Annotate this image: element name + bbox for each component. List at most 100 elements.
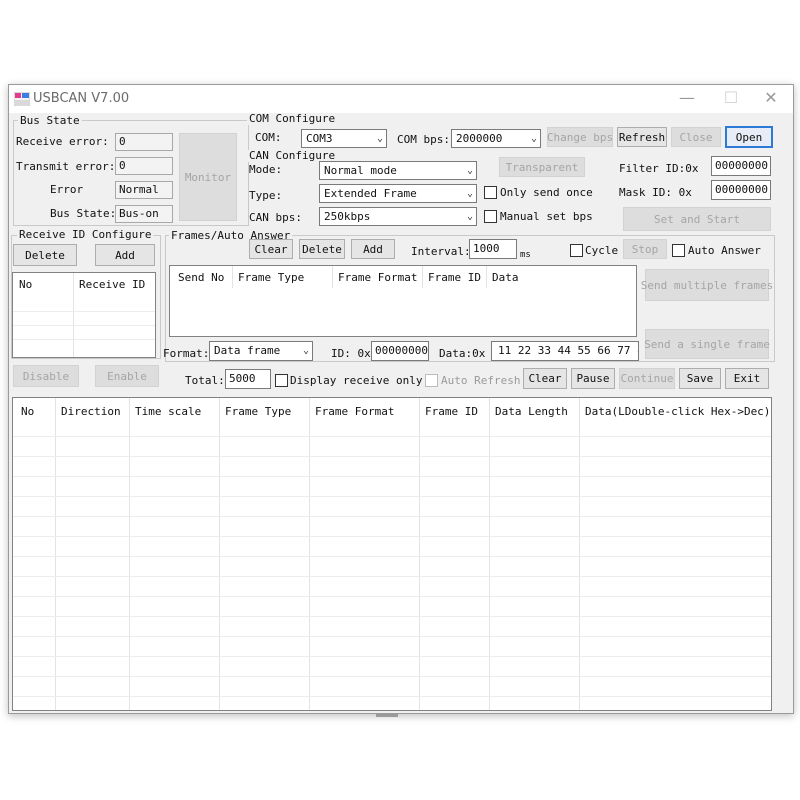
- total-label: Total:: [185, 374, 225, 387]
- type-select[interactable]: Extended Frame ⌄: [319, 184, 477, 203]
- col-receive-id: Receive ID: [79, 278, 146, 291]
- change-bps-button[interactable]: Change bps: [547, 127, 613, 147]
- frames-list[interactable]: Send No Frame Type Frame Format Frame ID…: [169, 265, 637, 337]
- receive-id-delete-button[interactable]: Delete: [13, 244, 77, 266]
- set-and-start-button[interactable]: Set and Start: [623, 207, 771, 231]
- row-divider: [13, 696, 771, 697]
- log-col-data-length: Data Length: [495, 405, 568, 418]
- col-frame-id: Frame ID: [428, 271, 481, 284]
- manual-set-bps-checkbox[interactable]: [484, 210, 497, 223]
- type-value: Extended Frame: [324, 187, 417, 200]
- chevron-down-icon: ⌄: [466, 165, 473, 176]
- error-label: Error: [50, 183, 84, 196]
- refresh-button[interactable]: Refresh: [617, 127, 667, 147]
- receive-error-value: 0: [115, 133, 173, 151]
- row-divider: [13, 616, 771, 617]
- mode-select[interactable]: Normal mode ⌄: [319, 161, 477, 180]
- maximize-icon: ☐: [723, 88, 739, 107]
- row-divider: [13, 436, 771, 437]
- frames-delete-button[interactable]: Delete: [299, 239, 345, 259]
- cycle-label: Cycle: [585, 244, 619, 257]
- col-frame-format: Frame Format: [338, 271, 418, 284]
- filter-id-input[interactable]: 00000000: [711, 156, 771, 176]
- log-col-frame-id: Frame ID: [425, 405, 478, 418]
- minimize-button[interactable]: —: [675, 89, 699, 109]
- display-receive-only-checkbox[interactable]: [275, 374, 288, 387]
- log-col-direction: Direction: [61, 405, 121, 418]
- save-button[interactable]: Save: [679, 368, 721, 389]
- mode-value: Normal mode: [324, 164, 397, 177]
- disable-button[interactable]: Disable: [13, 365, 79, 387]
- type-label: Type:: [249, 189, 283, 202]
- stop-button[interactable]: Stop: [623, 239, 667, 259]
- row-divider: [13, 676, 771, 677]
- only-send-once-checkbox[interactable]: [484, 186, 497, 199]
- row-divider: [13, 656, 771, 657]
- pause-button[interactable]: Pause: [571, 368, 615, 389]
- open-port-button[interactable]: Open: [725, 126, 773, 148]
- close-port-button[interactable]: Close: [671, 127, 721, 147]
- exit-button[interactable]: Exit: [725, 368, 769, 389]
- bus-state-label: Bus State:: [50, 207, 117, 220]
- title-bar[interactable]: USBCAN V7.00 — ☐ ✕: [9, 85, 793, 113]
- row-divider: [13, 311, 155, 312]
- display-receive-only-label: Display receive only: [290, 374, 423, 387]
- total-input[interactable]: 5000: [225, 369, 271, 389]
- id-input[interactable]: 00000000: [371, 341, 429, 361]
- auto-answer-checkbox[interactable]: [672, 244, 685, 257]
- data-input[interactable]: 11 22 33 44 55 66 77 88: [491, 341, 639, 361]
- can-bps-label: CAN bps:: [249, 211, 302, 224]
- row-divider: [13, 496, 771, 497]
- close-window-button[interactable]: ✕: [759, 89, 783, 109]
- log-clear-button[interactable]: Clear: [523, 368, 567, 389]
- bus-state-value: Bus-on: [115, 205, 173, 223]
- error-value: Normal: [115, 181, 173, 199]
- enable-button[interactable]: Enable: [95, 365, 159, 387]
- column-divider: [129, 398, 130, 710]
- resize-grip[interactable]: [376, 714, 398, 717]
- data-label: Data:0x: [439, 347, 486, 360]
- com-configure-title: COM Configure: [247, 112, 338, 125]
- chevron-down-icon: ⌄: [466, 211, 473, 222]
- log-col-frame-type: Frame Type: [225, 405, 292, 418]
- row-divider: [13, 516, 771, 517]
- auto-refresh-checkbox[interactable]: [425, 374, 438, 387]
- com-port-select[interactable]: COM3 ⌄: [301, 129, 387, 148]
- auto-refresh-label: Auto Refresh: [441, 374, 521, 387]
- format-select[interactable]: Data frame ⌄: [209, 341, 313, 361]
- column-divider: [489, 398, 490, 710]
- can-bps-select[interactable]: 250kbps ⌄: [319, 207, 477, 226]
- frames-clear-button[interactable]: Clear: [249, 239, 293, 259]
- column-divider: [419, 398, 420, 710]
- monitor-button[interactable]: Monitor: [179, 133, 237, 221]
- chevron-down-icon: ⌄: [530, 133, 537, 144]
- filter-id-label: Filter ID:0x: [619, 162, 699, 175]
- log-table[interactable]: No Direction Time scale Frame Type Frame…: [12, 397, 772, 711]
- mask-id-input[interactable]: 00000000: [711, 180, 771, 200]
- log-col-data: Data(LDouble-click Hex->Dec): [585, 405, 771, 418]
- interval-input[interactable]: 1000: [469, 239, 517, 259]
- row-divider: [13, 596, 771, 597]
- maximize-button[interactable]: ☐: [719, 89, 743, 109]
- minimize-icon: —: [679, 88, 695, 107]
- send-multiple-frames-button[interactable]: Send multiple frames: [641, 269, 773, 301]
- row-divider: [13, 325, 155, 326]
- send-single-frame-button[interactable]: Send a single frame: [644, 329, 770, 359]
- com-bps-select[interactable]: 2000000 ⌄: [451, 129, 541, 148]
- frames-add-button[interactable]: Add: [351, 239, 395, 259]
- receive-id-list[interactable]: No Receive ID: [12, 272, 156, 358]
- row-divider: [13, 476, 771, 477]
- cycle-checkbox[interactable]: [570, 244, 583, 257]
- mode-label: Mode:: [249, 163, 283, 176]
- chevron-down-icon: ⌄: [466, 188, 473, 199]
- com-port-value: COM3: [306, 132, 333, 145]
- continue-button[interactable]: Continue: [619, 368, 675, 389]
- row-divider: [13, 536, 771, 537]
- log-col-time-scale: Time scale: [135, 405, 202, 418]
- id-label: ID: 0x: [331, 347, 371, 360]
- transmit-error-label: Transmit error:: [16, 160, 116, 173]
- com-label: COM:: [255, 131, 282, 144]
- receive-id-add-button[interactable]: Add: [95, 244, 155, 266]
- chevron-down-icon: ⌄: [376, 133, 383, 144]
- transparent-button[interactable]: Transparent: [499, 157, 585, 177]
